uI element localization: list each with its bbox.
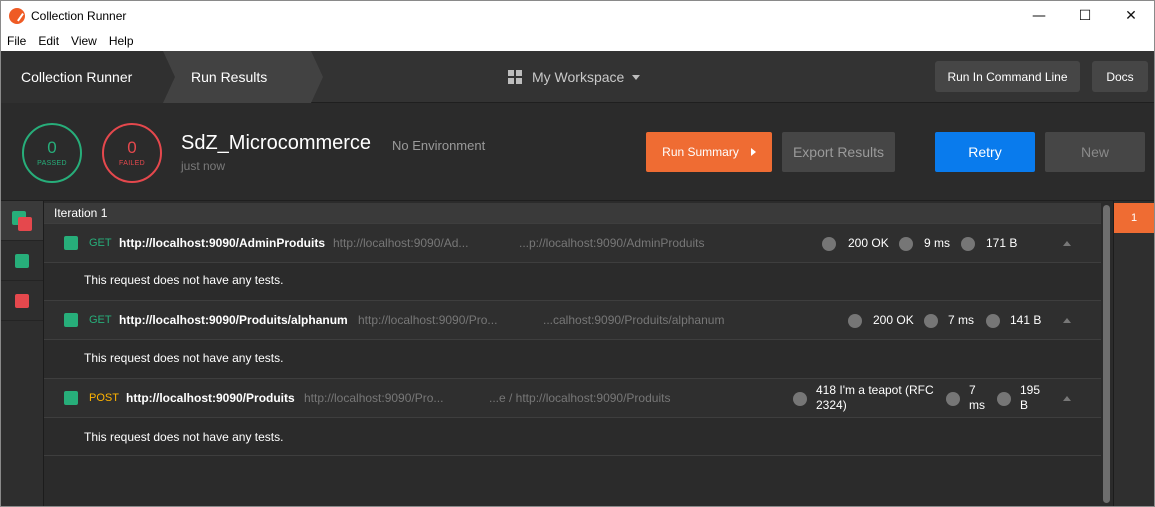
filter-failed[interactable] bbox=[1, 281, 43, 321]
response-time: 7 ms bbox=[948, 313, 975, 327]
run-in-command-line-button[interactable]: Run In Command Line bbox=[935, 61, 1080, 92]
collection-name: SdZ_Microcommerce bbox=[181, 132, 372, 154]
menu-edit[interactable]: Edit bbox=[32, 34, 65, 48]
response-size-unit: B bbox=[1020, 398, 1029, 412]
results-filter-rail bbox=[1, 201, 44, 506]
request-method: GET bbox=[89, 237, 112, 249]
results-list: Iteration 1 GET http://localhost:9090/Ad… bbox=[44, 201, 1101, 506]
runner-header: Run Results Collection Runner My Workspa… bbox=[1, 51, 1154, 103]
request-url-full: http://localhost:9090/Ad... bbox=[333, 236, 469, 250]
request-url: http://localhost:9090/Produits bbox=[126, 391, 295, 405]
status-dot-icon bbox=[848, 314, 862, 328]
no-tests-message: This request does not have any tests. bbox=[84, 273, 284, 287]
window-title: Collection Runner bbox=[31, 9, 127, 23]
request-method: POST bbox=[89, 392, 119, 404]
menu-bar: File Edit View Help bbox=[1, 31, 1154, 51]
run-summary-button[interactable]: Run Summary bbox=[646, 132, 772, 172]
breadcrumb-arrow bbox=[311, 51, 323, 103]
app-window: Collection Runner — ☐ ✕ File Edit View H… bbox=[0, 0, 1155, 507]
request-url: http://localhost:9090/AdminProduits bbox=[119, 236, 326, 250]
time-dot-icon bbox=[899, 237, 913, 251]
status-dot-icon bbox=[793, 392, 807, 406]
environment-label: No Environment bbox=[392, 138, 486, 153]
request-status-icon bbox=[64, 313, 78, 327]
workspace-grid-icon bbox=[508, 70, 522, 84]
request-url: http://localhost:9090/Produits/alphanum bbox=[119, 313, 348, 327]
status-dot-icon bbox=[822, 237, 836, 251]
iteration-header: Iteration 1 bbox=[44, 203, 1101, 223]
scrollbar-thumb[interactable] bbox=[1103, 205, 1110, 503]
response-status-line-2: 2324) bbox=[816, 398, 847, 412]
menu-help[interactable]: Help bbox=[103, 34, 140, 48]
retry-button[interactable]: Retry bbox=[935, 132, 1035, 172]
collapse-chevron-icon[interactable] bbox=[1063, 318, 1071, 323]
passed-counter: 0 PASSED bbox=[22, 123, 82, 183]
run-time: just now bbox=[181, 159, 226, 173]
no-tests-message: This request does not have any tests. bbox=[84, 430, 284, 444]
run-summary-bar: 0 PASSED 0 FAILED SdZ_Microcommerce No E… bbox=[1, 103, 1154, 201]
collapse-chevron-icon[interactable] bbox=[1063, 396, 1071, 401]
response-time: 9 ms bbox=[924, 236, 951, 250]
no-tests-message: This request does not have any tests. bbox=[84, 351, 284, 365]
close-button[interactable]: ✕ bbox=[1108, 1, 1154, 31]
response-status-line-1: 418 I'm a teapot (RFC bbox=[816, 383, 934, 397]
filter-all[interactable] bbox=[1, 201, 43, 241]
docs-button[interactable]: Docs bbox=[1092, 61, 1148, 92]
postman-logo-icon bbox=[9, 8, 25, 24]
failed-counter: 0 FAILED bbox=[102, 123, 162, 183]
request-url-tail: ...e / http://localhost:9090/Produits bbox=[489, 391, 671, 405]
breadcrumb-collection-runner[interactable]: Collection Runner bbox=[1, 51, 163, 103]
request-status-icon bbox=[64, 391, 78, 405]
collapse-chevron-icon[interactable] bbox=[1063, 241, 1071, 246]
minimize-button[interactable]: — bbox=[1016, 1, 1062, 31]
response-size-value: 195 bbox=[1020, 383, 1041, 397]
response-time-value: 7 bbox=[969, 383, 976, 397]
time-dot-icon bbox=[946, 392, 960, 406]
response-status: 200 OK bbox=[873, 313, 914, 327]
response-size: 171 B bbox=[986, 236, 1018, 250]
window-controls: — ☐ ✕ bbox=[1016, 1, 1154, 31]
run-summary-label: Run Summary bbox=[662, 145, 739, 159]
failed-square-icon bbox=[15, 293, 29, 308]
filter-passed[interactable] bbox=[1, 241, 43, 281]
title-bar: Collection Runner — ☐ ✕ bbox=[1, 1, 1154, 31]
size-dot-icon bbox=[986, 314, 1000, 328]
request-method: GET bbox=[89, 314, 112, 326]
time-dot-icon bbox=[924, 314, 938, 328]
menu-file[interactable]: File bbox=[1, 34, 32, 48]
request-status-icon bbox=[64, 236, 78, 250]
failed-label: FAILED bbox=[119, 160, 145, 167]
passed-square-icon bbox=[15, 253, 29, 268]
workspace-name: My Workspace bbox=[532, 69, 625, 85]
passed-label: PASSED bbox=[37, 160, 67, 167]
play-icon bbox=[750, 148, 756, 156]
size-dot-icon bbox=[961, 237, 975, 251]
request-row[interactable]: GET http://localhost:9090/AdminProduits … bbox=[44, 223, 1101, 263]
iteration-1-marker[interactable]: 1 bbox=[1114, 203, 1154, 233]
failed-count: 0 bbox=[127, 138, 137, 157]
chevron-down-icon bbox=[632, 74, 641, 80]
request-url-full: http://localhost:9090/Pro... bbox=[358, 313, 498, 327]
request-url-full: http://localhost:9090/Pro... bbox=[304, 391, 444, 405]
size-dot-icon bbox=[997, 392, 1011, 406]
new-button[interactable]: New bbox=[1045, 132, 1145, 172]
request-row[interactable]: POST http://localhost:9090/Produits http… bbox=[44, 378, 1101, 418]
breadcrumb-run-results[interactable]: Run Results bbox=[163, 51, 311, 103]
passed-count: 0 bbox=[47, 138, 57, 157]
request-row[interactable]: GET http://localhost:9090/Produits/alpha… bbox=[44, 300, 1101, 340]
maximize-button[interactable]: ☐ bbox=[1062, 1, 1108, 31]
all-results-icon bbox=[12, 210, 32, 231]
iteration-panel bbox=[1113, 201, 1154, 506]
response-status: 200 OK bbox=[848, 236, 889, 250]
divider bbox=[44, 455, 1101, 456]
request-url-tail: ...p://localhost:9090/AdminProduits bbox=[519, 236, 705, 250]
menu-view[interactable]: View bbox=[65, 34, 103, 48]
request-url-tail: ...calhost:9090/Produits/alphanum bbox=[543, 313, 725, 327]
response-time-unit: ms bbox=[969, 398, 985, 412]
export-results-button[interactable]: Export Results bbox=[782, 132, 895, 172]
workspace-selector[interactable]: My Workspace bbox=[508, 51, 641, 103]
response-size: 141 B bbox=[1010, 313, 1042, 327]
breadcrumb-arrow bbox=[163, 51, 175, 103]
